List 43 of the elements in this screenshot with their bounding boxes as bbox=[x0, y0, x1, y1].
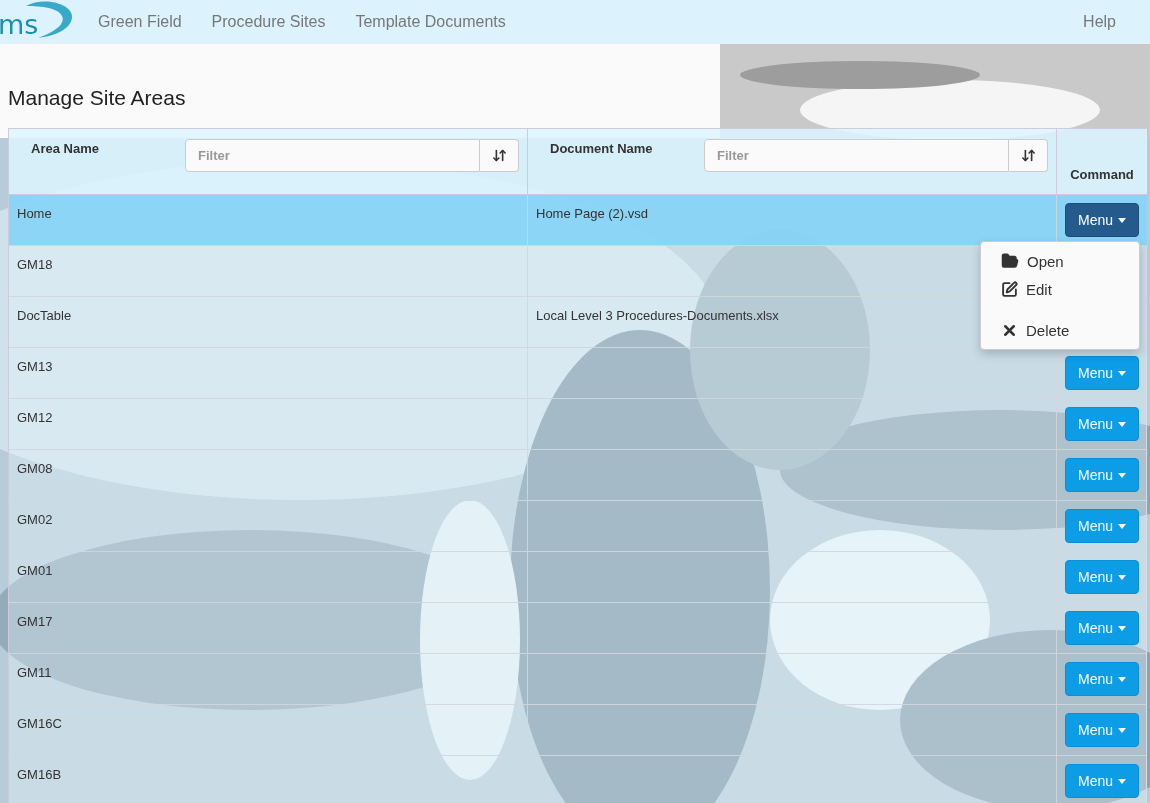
caret-icon bbox=[1118, 574, 1126, 580]
caret-icon bbox=[1118, 217, 1126, 223]
table-cell[interactable]: GM18 bbox=[9, 246, 528, 297]
column-label: Document Name bbox=[550, 140, 654, 156]
folder-icon bbox=[1001, 252, 1019, 270]
nav-link[interactable]: Green Field bbox=[98, 12, 182, 31]
caret-icon bbox=[1118, 421, 1126, 427]
table-cell[interactable]: GM08 bbox=[9, 450, 528, 501]
nav-link[interactable]: Procedure Sites bbox=[211, 12, 326, 31]
sort-icon bbox=[1020, 148, 1036, 163]
table-cell[interactable]: GM16C bbox=[9, 705, 528, 756]
caret-icon bbox=[1118, 727, 1126, 733]
caret-icon bbox=[1118, 523, 1126, 529]
page-title: Manage Site Areas bbox=[8, 86, 187, 110]
table-cell: Home Page (2).vsd bbox=[528, 195, 1057, 246]
caret-icon bbox=[1118, 370, 1126, 376]
menu-item[interactable]: Open bbox=[981, 247, 1139, 275]
caret-icon bbox=[1118, 676, 1126, 682]
table-cell[interactable]: GM16B bbox=[9, 756, 528, 803]
table-cell[interactable]: DocTable bbox=[9, 297, 528, 348]
menu-item[interactable]: Edit bbox=[981, 275, 1139, 303]
sort-button[interactable] bbox=[480, 139, 519, 172]
sort-icon bbox=[491, 148, 507, 163]
logo: ms bbox=[0, 0, 72, 43]
table-cell[interactable]: GM13 bbox=[9, 348, 528, 399]
column-label: Area Name bbox=[31, 140, 100, 156]
caret-icon bbox=[1118, 778, 1126, 784]
column-label: Command bbox=[1070, 166, 1134, 184]
table-cell[interactable]: Home bbox=[9, 195, 528, 246]
table-cell[interactable]: GM12 bbox=[9, 399, 528, 450]
table-cell[interactable]: GM01 bbox=[9, 552, 528, 603]
menu-item[interactable]: Delete bbox=[981, 316, 1139, 344]
nav-link[interactable]: Template Documents bbox=[355, 12, 506, 31]
sort-button[interactable] bbox=[1009, 139, 1048, 172]
table-cell[interactable]: GM11 bbox=[9, 654, 528, 705]
table-cell[interactable]: GM17 bbox=[9, 603, 528, 654]
filter-field[interactable]: Filter bbox=[185, 139, 480, 172]
edit-icon bbox=[1001, 280, 1018, 298]
menu-button[interactable]: Menu bbox=[1065, 203, 1139, 237]
help-link[interactable]: Help bbox=[1083, 12, 1116, 31]
filter-field[interactable]: Filter bbox=[704, 139, 1009, 172]
table-cell[interactable]: GM02 bbox=[9, 501, 528, 552]
caret-icon bbox=[1118, 472, 1126, 478]
